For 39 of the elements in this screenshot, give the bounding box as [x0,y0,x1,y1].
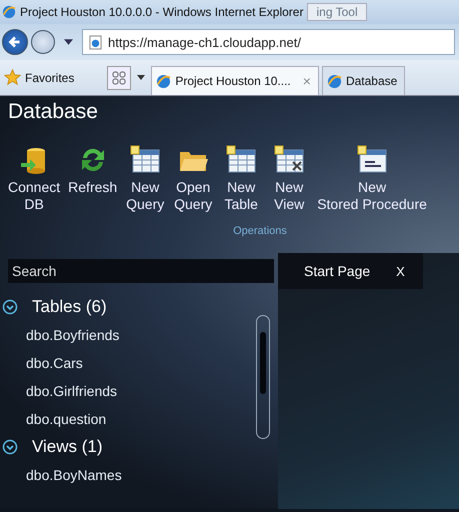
document-tab[interactable]: Start Page X [278,253,423,289]
favorites-button[interactable]: Favorites [2,69,80,86]
section-header[interactable]: Tables (6) [32,297,107,317]
grid-icon [112,70,126,84]
back-button[interactable] [2,29,28,55]
browser-logo-icon [2,5,16,19]
search-field[interactable]: Search [8,259,274,283]
collapse-chevron-icon[interactable] [2,439,18,455]
browser-tab[interactable]: Database [322,66,406,95]
dropdown-caret-icon[interactable] [64,39,73,45]
toolbar-button[interactable]: New Stored Procedure [315,144,429,213]
browser-logo-icon [326,74,342,88]
scrollbar[interactable] [256,315,270,439]
close-tab-button[interactable]: X [396,264,405,278]
toolbar-button[interactable]: New Table [219,144,264,213]
toolbar-button[interactable]: Refresh [66,144,120,196]
browser-logo-icon [156,74,172,88]
section-header[interactable]: Views (1) [32,437,103,457]
tree-item[interactable]: dbo.question [2,405,278,433]
forward-button[interactable] [31,30,55,54]
browser-tab[interactable]: Project Houston 10.... × [151,66,319,95]
tab-list-caret-icon[interactable] [137,75,146,80]
page-heading: Database [7,99,99,125]
collapse-chevron-icon[interactable] [2,299,18,315]
window-title: Project Houston 10.0.0.0 - Windows Internet Explorer [20,5,304,19]
tree-item[interactable]: dbo.Boyfriends [2,321,278,349]
toolbar-button[interactable]: Connect DB [6,144,62,213]
quick-tabs-button[interactable] [107,66,132,90]
overlay-window-title: ing Tool [307,3,367,21]
toolbar-button[interactable]: New Query [123,144,168,213]
tree-item[interactable]: dbo.Cars [2,349,278,377]
toolbar-button[interactable]: New View [267,144,312,213]
toolbar-button[interactable]: Open Query [171,144,216,213]
tree-item[interactable]: dbo.BoyNames [2,461,278,489]
tree-item[interactable]: dbo.Girlfriends [2,377,278,405]
star-icon [4,69,21,86]
page-icon [89,34,102,50]
toolbar-group-label: Operations [232,225,288,237]
address-field[interactable]: https://manage-ch1.cloudapp.net/ [82,29,455,55]
